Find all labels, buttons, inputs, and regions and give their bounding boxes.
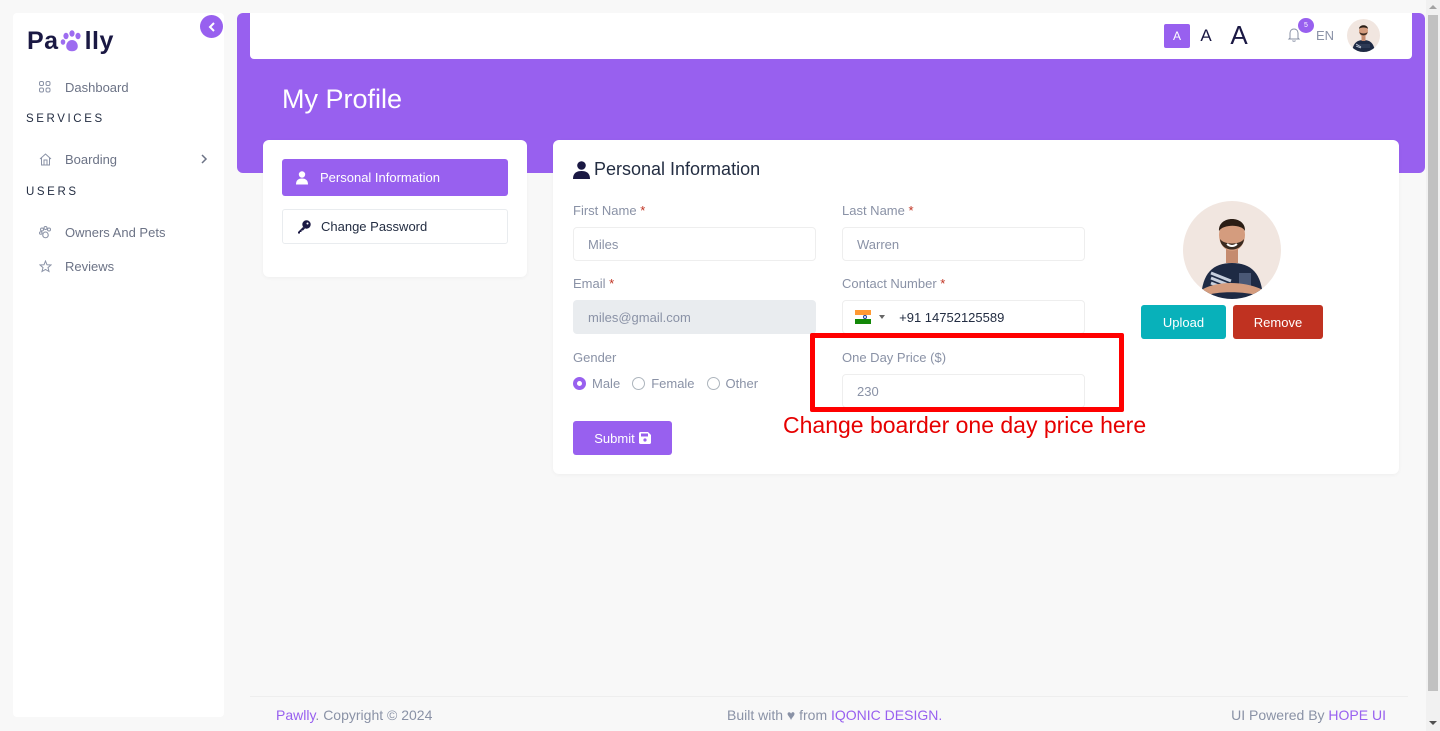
label-text: First Name (573, 203, 637, 218)
logo-text-prefix: Pa (27, 27, 59, 55)
contact-number-label: Contact Number * (842, 276, 945, 291)
required-marker: * (640, 203, 646, 218)
footer-brand-link[interactable]: Pawlly (276, 707, 315, 723)
email-input (588, 309, 815, 325)
profile-tabs-card: Personal Information Change Password (263, 140, 527, 277)
built-with-text: Built with ♥ from (727, 707, 832, 723)
paw-icon (38, 225, 52, 239)
powered-by-text: UI Powered By (1231, 707, 1329, 723)
font-size-large-button[interactable]: A (1225, 19, 1253, 51)
annotation-text: Change boarder one day price here (783, 412, 1147, 438)
sidebar-toggle-button[interactable] (200, 15, 223, 38)
first-name-label: First Name * (573, 203, 645, 218)
profile-picture (1183, 201, 1281, 299)
scrollbar-thumb[interactable] (1428, 15, 1438, 691)
footer: Pawlly. Copyright © 2024 Built with ♥ fr… (250, 696, 1408, 731)
user-icon (296, 170, 310, 185)
logo-text-suffix: lly (84, 27, 114, 55)
copyright-text: . Copyright © 2024 (315, 707, 433, 723)
sidebar-item-dashboard[interactable]: Dashboard (38, 76, 208, 98)
radio-label-male[interactable]: Male (592, 376, 620, 391)
grid-icon (38, 80, 52, 94)
sidebar-item-owners-and-pets[interactable]: Owners And Pets (38, 221, 208, 243)
sidebar-item-boarding[interactable]: Boarding (38, 148, 208, 170)
submit-label: Submit (594, 430, 635, 446)
tab-label: Personal Information (320, 170, 440, 185)
tab-personal-information[interactable]: Personal Information (282, 159, 508, 196)
font-size-medium-button[interactable]: A (1196, 24, 1216, 48)
label-text: Contact Number (842, 276, 937, 291)
upload-photo-button[interactable]: Upload (1141, 305, 1226, 339)
key-icon (297, 219, 311, 234)
section-title: Personal Information (573, 159, 760, 180)
top-navbar: A A A 5 EN (250, 13, 1412, 59)
radio-label-other[interactable]: Other (726, 376, 759, 391)
sidebar-item-label: Owners And Pets (65, 224, 166, 240)
section-label-users: USERS (26, 186, 79, 198)
footer-powered-by: UI Powered By HOPE UI (1231, 707, 1386, 723)
email-label: Email * (573, 276, 614, 291)
contact-number-field[interactable] (842, 300, 1085, 334)
sidebar-item-reviews[interactable]: Reviews (38, 255, 208, 277)
chevron-left-icon (208, 21, 215, 32)
label-text: Email (573, 276, 606, 291)
font-size-small-button[interactable]: A (1164, 24, 1190, 48)
last-name-field[interactable] (842, 227, 1085, 261)
tab-change-password[interactable]: Change Password (282, 209, 508, 244)
contact-number-input[interactable] (899, 309, 1084, 325)
sidebar-item-label: Reviews (65, 258, 115, 274)
chevron-right-icon (200, 152, 208, 167)
section-title-text: Personal Information (594, 159, 761, 179)
avatar-image (1347, 19, 1380, 52)
footer-copyright: Pawlly. Copyright © 2024 (276, 707, 432, 723)
profile-photo (1183, 201, 1281, 299)
gender-radio-group: Male Female Other (573, 376, 770, 391)
page-title: My Profile (282, 84, 403, 114)
country-dropdown-caret-icon[interactable] (879, 315, 886, 319)
iqonic-design-link[interactable]: IQONIC DESIGN. (831, 707, 942, 723)
gender-label: Gender (573, 350, 617, 365)
scroll-up-arrow-icon[interactable] (1429, 5, 1437, 9)
last-name-label: Last Name * (842, 203, 914, 218)
vertical-scrollbar[interactable] (1426, 0, 1440, 731)
hope-ui-link[interactable]: HOPE UI (1328, 707, 1386, 723)
house-icon (38, 152, 52, 166)
required-marker: * (908, 203, 914, 218)
gender-radio-female[interactable] (632, 377, 646, 390)
section-label-services: SERVICES (26, 113, 105, 125)
sidebar: Pa lly Dashboard SERVICES Boarding USERS… (13, 13, 224, 717)
star-icon (38, 259, 52, 273)
first-name-input[interactable] (588, 236, 815, 252)
gender-radio-other[interactable] (706, 377, 720, 390)
sidebar-item-label: Dashboard (65, 79, 129, 95)
save-icon (638, 432, 651, 444)
submit-button[interactable]: Submit (573, 421, 672, 455)
india-flag-icon[interactable] (855, 310, 872, 325)
tab-label: Change Password (321, 219, 428, 234)
radio-label-female[interactable]: Female (651, 376, 694, 391)
last-name-input[interactable] (857, 236, 1084, 252)
email-field (573, 300, 816, 334)
paw-logo-icon (60, 29, 81, 51)
annotation-highlight-box (810, 333, 1124, 412)
scroll-down-arrow-icon[interactable] (1429, 721, 1437, 725)
gender-radio-male[interactable] (573, 377, 586, 390)
user-avatar[interactable] (1347, 19, 1380, 52)
footer-built-with: Built with ♥ from IQONIC DESIGN. (727, 707, 942, 723)
remove-photo-button[interactable]: Remove (1233, 305, 1323, 339)
logo[interactable]: Pa lly (27, 27, 114, 56)
sidebar-item-label: Boarding (65, 151, 118, 167)
label-text: Last Name (842, 203, 905, 218)
notification-badge: 5 (1298, 18, 1314, 33)
required-marker: * (609, 276, 615, 291)
user-icon (573, 160, 590, 179)
required-marker: * (940, 276, 946, 291)
first-name-field[interactable] (573, 227, 816, 261)
language-selector[interactable]: EN (1316, 28, 1334, 43)
